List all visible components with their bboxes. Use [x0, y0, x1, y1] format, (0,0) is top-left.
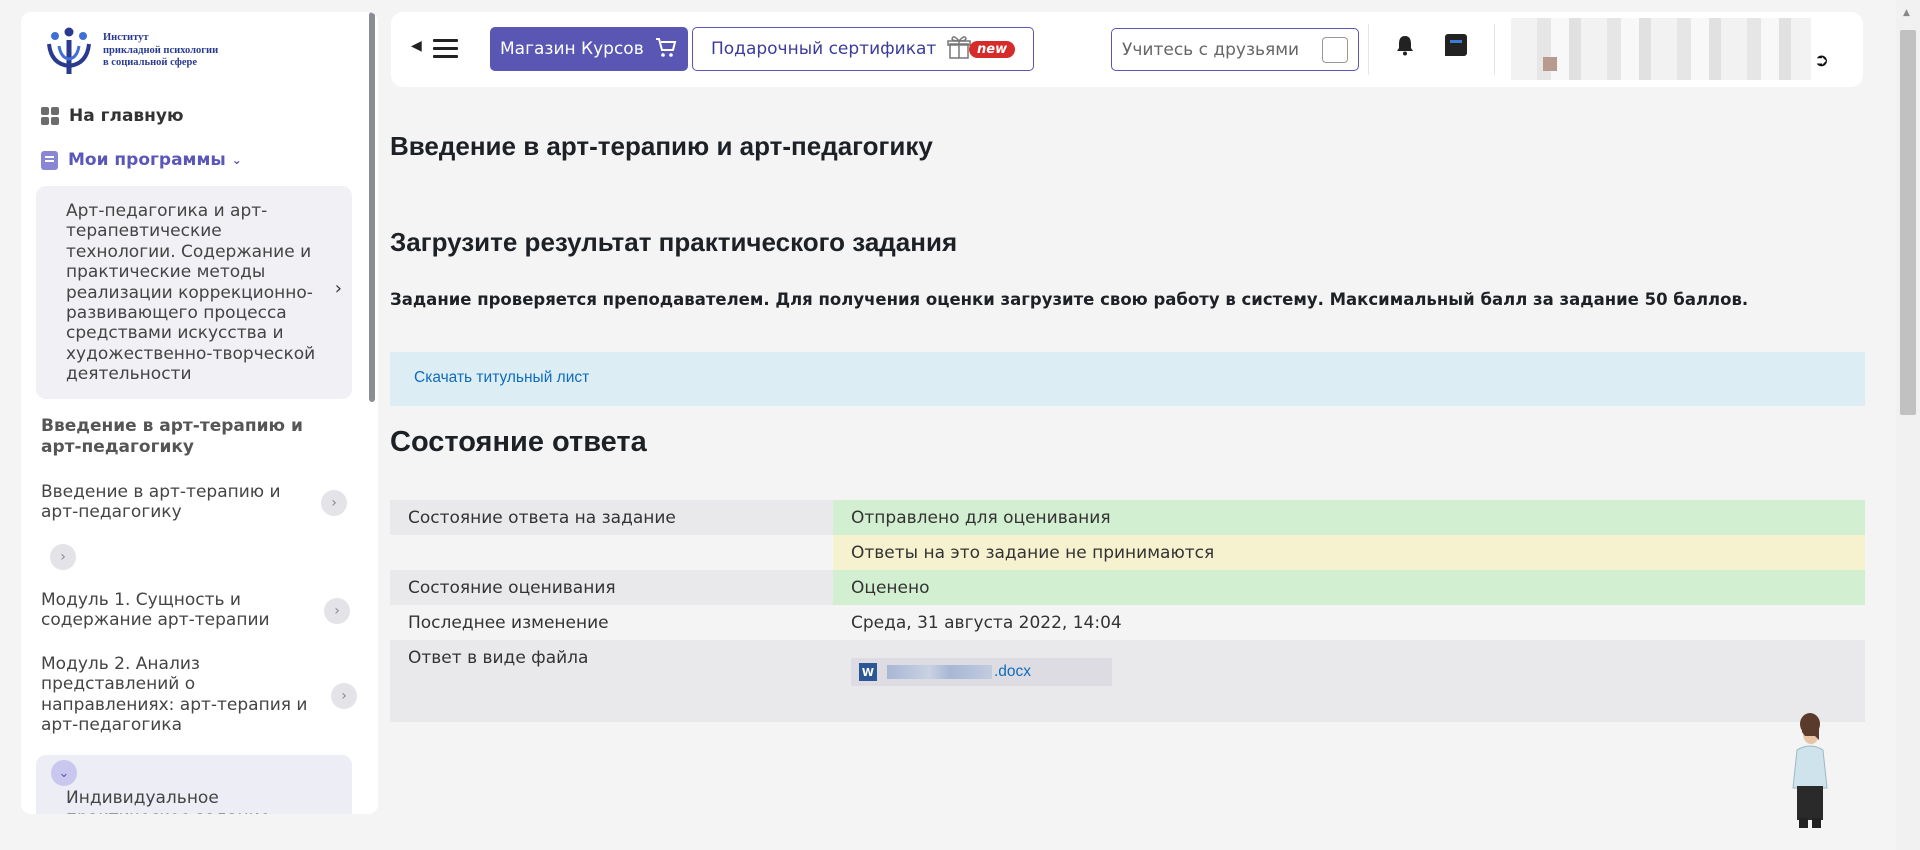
program-card[interactable]: Арт-педагогика и арт-терапевтические тех…	[36, 186, 352, 399]
chevron-right-icon[interactable]: ›	[324, 598, 350, 624]
grading-status-value: Оценено	[833, 570, 1865, 605]
nav-home[interactable]: На главную	[41, 106, 184, 126]
chevron-right-icon: ›	[334, 278, 342, 299]
nav-my-programs-label: Мои программы	[68, 150, 226, 170]
sidebar-item-practical-task: Индивидуальное практическое задание	[66, 788, 270, 814]
gift-icon	[947, 36, 971, 59]
bell-icon[interactable]	[1395, 34, 1415, 56]
friends-icon	[1322, 37, 1348, 63]
chevron-down-icon: ⌄	[231, 153, 242, 167]
divider	[1368, 24, 1369, 75]
dashboard-icon	[41, 107, 59, 125]
row-label: Состояние ответа на задание	[390, 500, 833, 535]
study-with-friends-label: Учитесь с друзьями	[1122, 39, 1300, 60]
table-row: Состояние оценивания Оценено	[390, 570, 1865, 605]
word-file-icon: W	[859, 663, 877, 681]
file-link[interactable]: W .docx	[851, 658, 1112, 686]
chevron-right-icon[interactable]: ›	[321, 490, 347, 516]
sidebar-item-intro[interactable]: Введение в арт-терапию и арт-педагогику	[41, 482, 311, 523]
row-label	[390, 535, 833, 570]
gift-certificate-label: Подарочный сертификат	[711, 39, 937, 59]
institute-logo[interactable]: Институт прикладной психологии в социаль…	[45, 26, 218, 76]
study-with-friends-button[interactable]: Учитесь с друзьями	[1111, 28, 1359, 71]
sidebar-scrollbar[interactable]	[369, 12, 375, 402]
collapse-sidebar-icon[interactable]: ◀	[411, 38, 422, 54]
page-scrollbar[interactable]: ▲	[1896, 0, 1920, 850]
course-shop-button[interactable]: Магазин Курсов	[490, 27, 688, 71]
sidebar-item-module-1[interactable]: Модуль 1. Сущность и содержание арт-тера…	[41, 590, 311, 631]
new-badge: new	[969, 41, 1016, 58]
file-name-redacted	[887, 665, 992, 679]
row-label: Ответ в виде файла	[390, 640, 833, 722]
top-bar: ◀ Магазин Курсов Подарочный сертификат n…	[391, 12, 1863, 87]
scroll-up-icon[interactable]: ▲	[1903, 8, 1910, 18]
upload-heading: Загрузите результат практического задани…	[390, 227, 958, 257]
divider	[1494, 24, 1495, 75]
submission-status-heading: Состояние ответа	[390, 426, 647, 458]
logo-line: в социальной сфере	[103, 57, 198, 69]
cart-icon	[656, 38, 677, 57]
assistant-avatar[interactable]	[1775, 710, 1845, 832]
sidebar: Институт прикладной психологии в социаль…	[21, 12, 378, 814]
table-row: Последнее изменение Среда, 31 августа 20…	[390, 605, 1865, 640]
course-section-title: Введение в арт-терапию и арт-педагогику	[41, 416, 303, 457]
page-title: Введение в арт-терапию и арт-педагогику	[390, 131, 933, 161]
table-row: Ответ в виде файла W .docx	[390, 640, 1865, 722]
nav-my-programs[interactable]: Мои программы ⌄	[41, 150, 242, 170]
table-row: Ответы на это задание не принимаются	[390, 535, 1865, 570]
document-icon	[41, 150, 58, 170]
file-submission-cell: W .docx	[833, 640, 1865, 722]
submission-status-value: Отправлено для оценивания	[833, 500, 1865, 535]
row-label: Последнее изменение	[390, 605, 833, 640]
chevron-right-icon[interactable]: ›	[50, 544, 76, 570]
chevron-down-icon: ⌄	[51, 760, 77, 786]
scrollbar-thumb[interactable]	[1900, 30, 1916, 415]
gift-certificate-button[interactable]: Подарочный сертификат new	[692, 27, 1034, 71]
last-modified-value: Среда, 31 августа 2022, 14:04	[833, 605, 1865, 640]
logo-line: Институт	[103, 32, 149, 44]
avatar[interactable]	[1543, 57, 1557, 71]
download-box: Скачать титульный лист	[390, 352, 1865, 406]
submissions-closed-value: Ответы на это задание не принимаются	[833, 535, 1865, 570]
course-shop-label: Магазин Курсов	[500, 39, 644, 59]
logo-icon	[47, 27, 91, 74]
logo-text: Институт прикладной психологии в социаль…	[103, 32, 218, 70]
menu-icon[interactable]	[433, 39, 458, 59]
file-extension: .docx	[994, 663, 1032, 680]
chevron-right-icon[interactable]: ›	[331, 683, 357, 709]
messages-icon[interactable]	[1445, 34, 1467, 56]
download-title-page-link[interactable]: Скачать титульный лист	[414, 369, 589, 387]
nav-home-label: На главную	[69, 106, 184, 126]
sidebar-item-module-2[interactable]: Модуль 2. Анализ представлений о направл…	[41, 654, 311, 736]
sidebar-item-active[interactable]: ⌄ Индивидуальное практическое задание	[36, 755, 352, 814]
task-description: Задание проверяется преподавателем. Для …	[390, 290, 1749, 309]
table-row: Состояние ответа на задание Отправлено д…	[390, 500, 1865, 535]
submission-status-table: Состояние ответа на задание Отправлено д…	[390, 500, 1865, 722]
row-label: Состояние оценивания	[390, 570, 833, 605]
logout-icon[interactable]: ➲	[1814, 50, 1829, 71]
program-card-label: Арт-педагогика и арт-терапевтические тех…	[66, 201, 316, 385]
logo-line: прикладной психологии	[103, 44, 219, 56]
